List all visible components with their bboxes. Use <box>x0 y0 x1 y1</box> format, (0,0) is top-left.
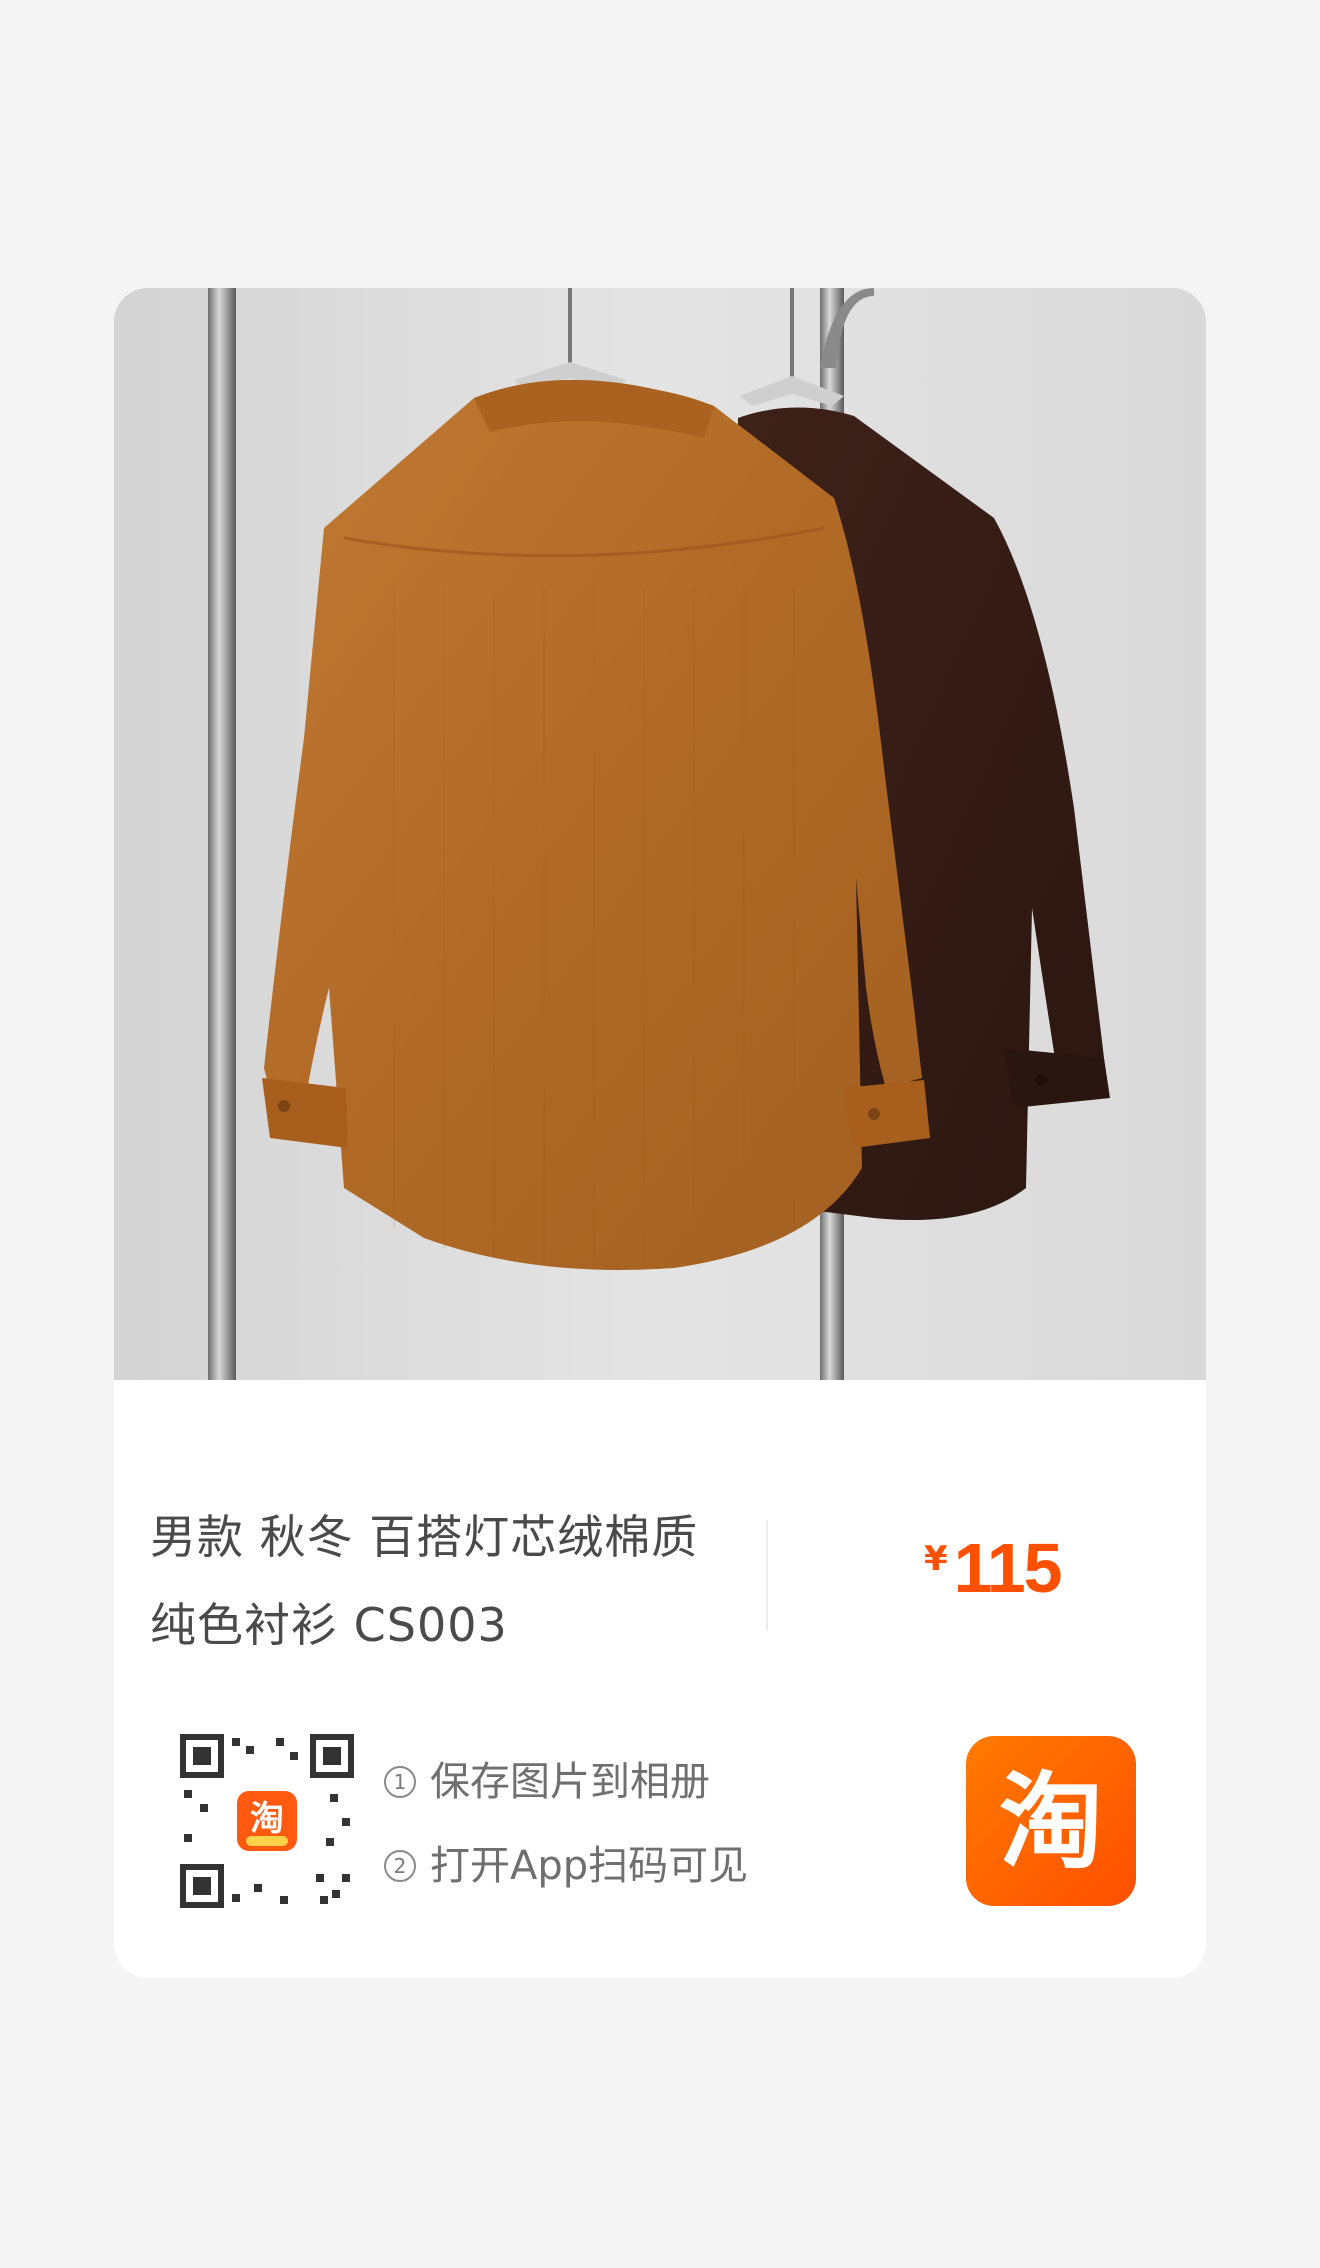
product-photo[interactable] <box>114 288 1206 1380</box>
product-price: ¥115 <box>924 1528 1063 1608</box>
step-number-2: 2 <box>384 1850 416 1882</box>
taobao-logo-icon[interactable]: 淘 <box>966 1736 1136 1906</box>
shirts-on-rack-image <box>114 288 1206 1380</box>
qr-code-icon: 淘 <box>180 1734 354 1908</box>
divider <box>766 1520 768 1630</box>
step-1-label: 保存图片到相册 <box>430 1759 710 1805</box>
currency-symbol: ¥ <box>924 1539 948 1579</box>
share-steps: 1 保存图片到相册 2 打开App扫码可见 <box>384 1740 748 1908</box>
product-title-line-1: 男款 秋冬 百搭灯芯绒棉质 <box>150 1510 699 1564</box>
share-card: 男款 秋冬 百搭灯芯绒棉质 纯色衬衫 CS003 ¥115 淘 1 保存图片到相… <box>114 288 1206 1978</box>
svg-text:淘: 淘 <box>999 1761 1103 1883</box>
step-number-1: 1 <box>384 1766 416 1798</box>
product-title: 男款 秋冬 百搭灯芯绒棉质 纯色衬衫 CS003 <box>150 1493 770 1669</box>
price-amount: 115 <box>953 1529 1063 1607</box>
step-2-label: 打开App扫码可见 <box>430 1843 749 1889</box>
product-title-line-2: 纯色衬衫 CS003 <box>150 1598 508 1652</box>
step-save-image: 1 保存图片到相册 <box>384 1740 748 1824</box>
svg-text:淘: 淘 <box>250 1799 284 1839</box>
step-open-app: 2 打开App扫码可见 <box>384 1824 748 1908</box>
